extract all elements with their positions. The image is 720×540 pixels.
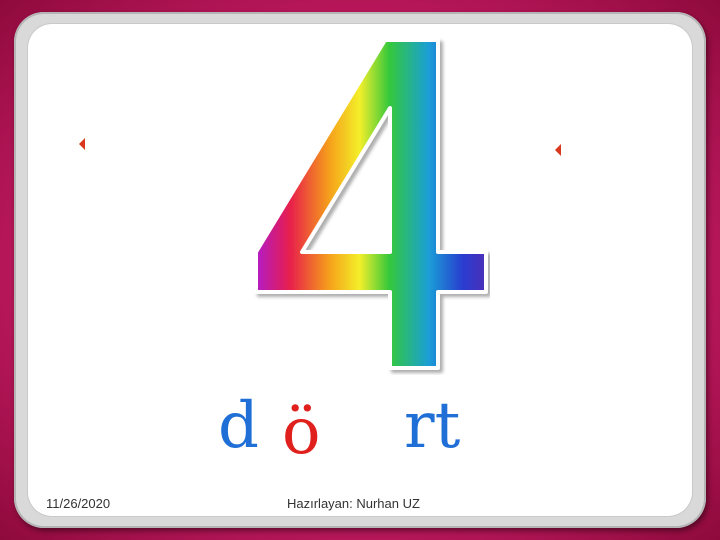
word-part-rt: rt — [404, 389, 461, 463]
word-part-o-umlaut: ö — [282, 395, 321, 469]
footer-author: Hazırlayan: Nurhan UZ — [287, 496, 420, 511]
bullet-arrow-icon — [79, 138, 85, 150]
word-part-d: d — [218, 389, 259, 463]
rainbow-four-graphic — [254, 38, 488, 370]
bullet-arrow-icon — [555, 144, 561, 156]
footer-date: 11/26/2020 — [46, 496, 111, 511]
